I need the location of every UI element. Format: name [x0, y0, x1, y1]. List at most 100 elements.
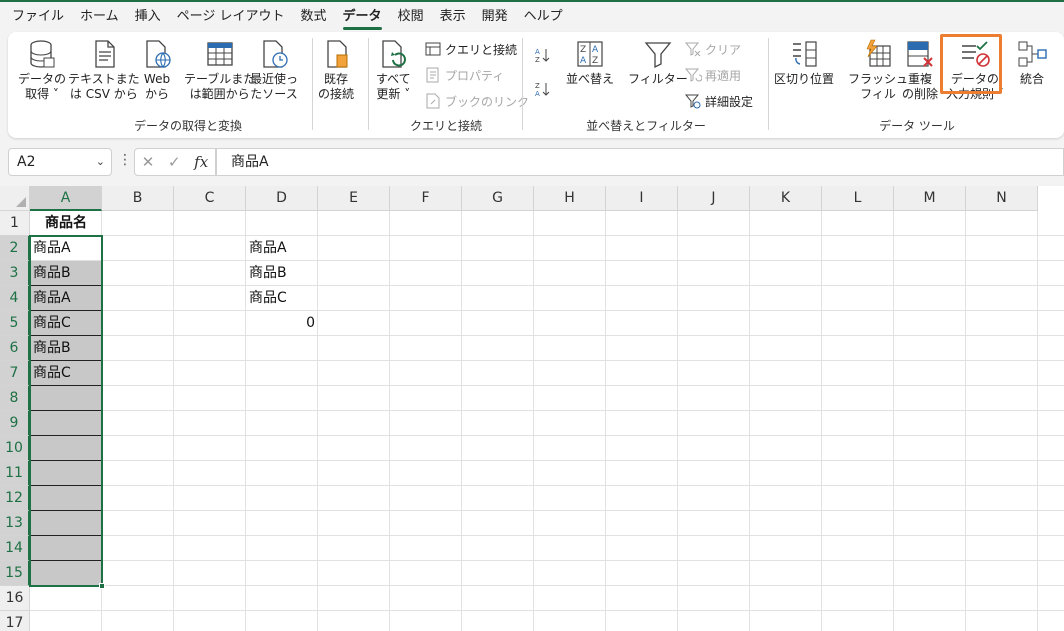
cell-a8[interactable] [30, 386, 102, 411]
cell-d4[interactable]: 商品C [246, 286, 318, 311]
cell-a5[interactable]: 商品C [30, 311, 102, 336]
insert-function-icon[interactable]: fx [194, 153, 208, 171]
consolidate-button[interactable]: 統合 [1016, 38, 1048, 87]
row-header-4[interactable]: 4 [0, 286, 30, 311]
from-table-button[interactable]: テーブルまた は範囲から [184, 38, 255, 102]
sort-button[interactable]: ZAAZ 並べ替え [566, 38, 614, 87]
ribbon: データの 取得 ˅ テキストまたは CSV から Web から テーブルまた は範囲か… [8, 32, 1064, 138]
row-header-9[interactable]: 9 [0, 411, 30, 436]
cell-a13[interactable] [30, 511, 102, 536]
reapply-button[interactable]: 再適用 [684, 64, 741, 86]
cell-a14[interactable] [30, 536, 102, 561]
workbook-links-button[interactable]: ブックのリンク [424, 90, 529, 112]
row-header-5[interactable]: 5 [0, 311, 30, 336]
from-web-button[interactable]: Web から [141, 38, 173, 102]
spreadsheet-grid[interactable]: A B C D E F G H I J K L M N 1 2 3 4 5 6 7 8 9 10 11 12 13 14 15 16 17 商… [0, 186, 1064, 631]
existing-connections-button[interactable]: 既存 の接続 [318, 38, 354, 102]
row-header-8[interactable]: 8 [0, 386, 30, 411]
cell-a9[interactable] [30, 411, 102, 436]
cancel-icon[interactable]: ✕ [142, 153, 155, 171]
confirm-check-icon[interactable]: ✓ [168, 153, 181, 171]
column-header-c[interactable]: C [174, 186, 246, 211]
column-header-l[interactable]: L [822, 186, 894, 211]
tab-developer[interactable]: 開発 [474, 4, 516, 30]
remove-duplicates-button[interactable]: 重複 の削除 [902, 38, 938, 102]
tab-insert[interactable]: 挿入 [127, 4, 169, 30]
tab-review[interactable]: 校閲 [390, 4, 432, 30]
recent-sources-button[interactable]: 最近使っ たソース [250, 38, 298, 102]
column-header-d[interactable]: D [246, 186, 318, 211]
row-header-6[interactable]: 6 [0, 336, 30, 361]
text-to-columns-button[interactable]: 区切り位置 [774, 38, 834, 87]
column-header-a[interactable]: A [30, 186, 102, 211]
column-header-h[interactable]: H [534, 186, 606, 211]
row-header-15[interactable]: 15 [0, 561, 30, 586]
row-header-7[interactable]: 7 [0, 361, 30, 386]
get-data-button[interactable]: データの 取得 ˅ [18, 38, 66, 102]
filter-button[interactable]: フィルター [628, 38, 688, 87]
tab-formulas[interactable]: 数式 [293, 4, 335, 30]
column-header-g[interactable]: G [462, 186, 534, 211]
row-header-10[interactable]: 10 [0, 436, 30, 461]
name-box[interactable]: A2 ⌄ [8, 148, 112, 176]
tab-page-layout[interactable]: ページ レイアウト [169, 4, 293, 30]
column-header-k[interactable]: K [750, 186, 822, 211]
select-all-button[interactable] [0, 186, 30, 211]
row-header-2[interactable]: 2 [0, 236, 30, 261]
queries-connections-button[interactable]: クエリと接続 [424, 38, 517, 60]
cell-a7[interactable]: 商品C [30, 361, 102, 386]
column-header-i[interactable]: I [606, 186, 678, 211]
tab-data[interactable]: データ [335, 4, 390, 30]
fill-handle[interactable] [99, 583, 105, 589]
column-header-j[interactable]: J [678, 186, 750, 211]
sort-asc-button[interactable]: AZ [534, 44, 555, 66]
column-header-e[interactable]: E [318, 186, 390, 211]
svg-text:Z: Z [535, 82, 540, 90]
formula-bar-grip-icon: ⋮ [118, 152, 132, 168]
flash-fill-button[interactable]: フラッシュ フィル [848, 38, 908, 102]
refresh-icon [382, 40, 407, 68]
cell-a1-header[interactable]: 商品名 [30, 211, 102, 236]
cell-a4[interactable]: 商品A [30, 286, 102, 311]
tab-help[interactable]: ヘルプ [516, 4, 571, 30]
row-header-12[interactable]: 12 [0, 486, 30, 511]
cell-a2[interactable]: 商品A [30, 236, 102, 261]
row-header-14[interactable]: 14 [0, 536, 30, 561]
tab-view[interactable]: 表示 [432, 4, 474, 30]
row-header-1[interactable]: 1 [0, 211, 30, 236]
gridline-vertical [461, 211, 462, 631]
window-top-accent [0, 0, 1064, 2]
row-header-11[interactable]: 11 [0, 461, 30, 486]
formula-input[interactable]: 商品A [216, 148, 1064, 176]
tab-file[interactable]: ファイル [4, 4, 72, 30]
column-header-f[interactable]: F [390, 186, 462, 211]
cell-a12[interactable] [30, 486, 102, 511]
cell-a11[interactable] [30, 461, 102, 486]
row-header-3[interactable]: 3 [0, 261, 30, 286]
column-header-b[interactable]: B [102, 186, 174, 211]
cell-d5[interactable]: 0 [246, 311, 318, 336]
text-csv-button[interactable]: テキストまたは CSV から [68, 38, 140, 102]
column-header-n[interactable]: N [966, 186, 1038, 211]
cell-d2[interactable]: 商品A [246, 236, 318, 261]
data-validation-highlight [940, 34, 1002, 94]
row-header-16[interactable]: 16 [0, 586, 30, 611]
group-label-data-tools: データ ツール [879, 119, 955, 133]
cell-a10[interactable] [30, 436, 102, 461]
clear-filter-button[interactable]: クリア [684, 38, 741, 60]
cell-a3[interactable]: 商品B [30, 261, 102, 286]
sort-desc-button[interactable]: ZA [534, 78, 555, 100]
cell-a15[interactable] [30, 561, 102, 586]
properties-button[interactable]: プロパティ [424, 64, 504, 86]
relationships-button-partial[interactable]: リ [1056, 38, 1064, 87]
row-header-17[interactable]: 17 [0, 611, 30, 631]
chevron-down-icon[interactable]: ⌄ [96, 149, 105, 175]
refresh-all-button[interactable]: すべて 更新 ˅ [376, 38, 411, 102]
cell-d3[interactable]: 商品B [246, 261, 318, 286]
column-header-m[interactable]: M [894, 186, 966, 211]
tab-home[interactable]: ホーム [72, 4, 127, 30]
link-icon [426, 93, 440, 109]
advanced-filter-button[interactable]: 詳細設定 [684, 90, 753, 112]
cell-a6[interactable]: 商品B [30, 336, 102, 361]
row-header-13[interactable]: 13 [0, 511, 30, 536]
